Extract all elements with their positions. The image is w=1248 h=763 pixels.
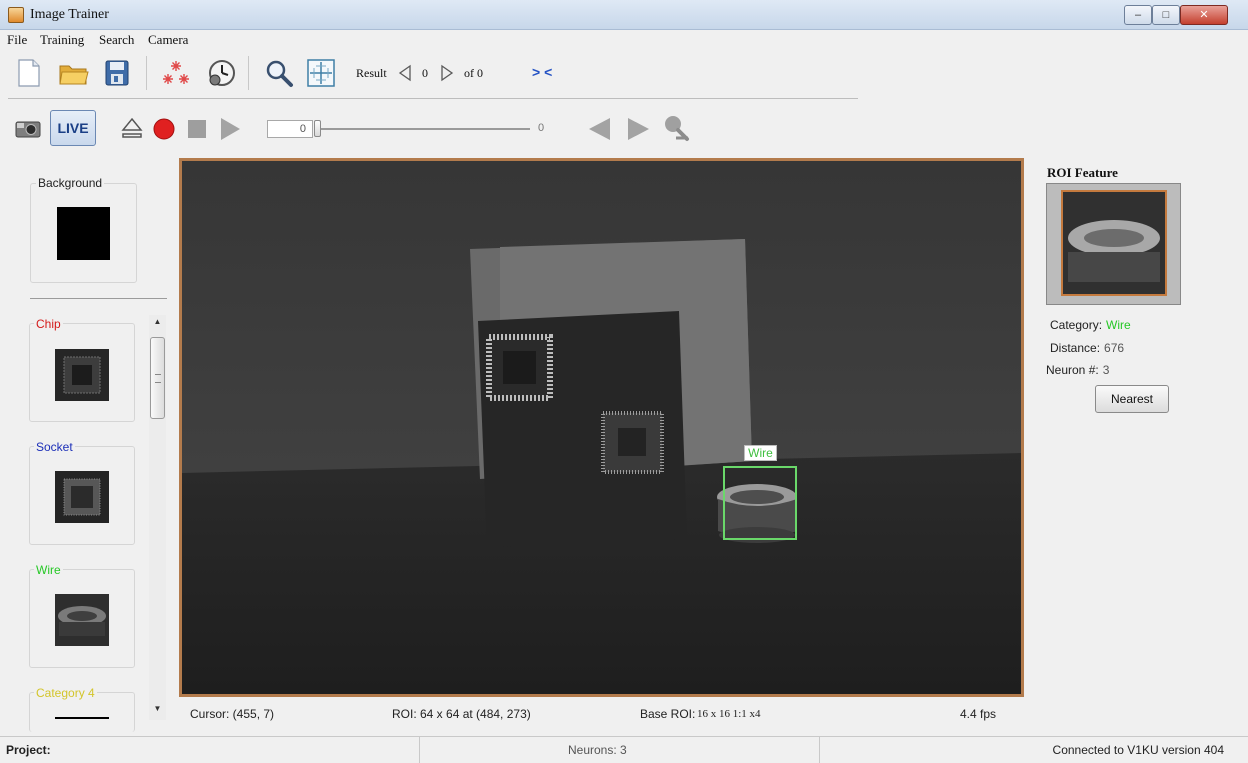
project-label: Project:	[0, 737, 420, 763]
roi-distance-value: 676	[1104, 341, 1125, 355]
next-frame-icon[interactable]	[626, 116, 652, 142]
fps-readout: 4.4 fps	[960, 707, 997, 721]
roi-neuron-value: 3	[1102, 363, 1110, 377]
clock-gear-icon[interactable]	[206, 58, 238, 88]
save-icon[interactable]	[104, 59, 130, 87]
image-viewer[interactable]: Wire	[179, 158, 1024, 697]
previous-frame-icon[interactable]	[586, 116, 612, 142]
scroll-up-arrow[interactable]: ▲	[149, 315, 166, 329]
eject-icon[interactable]	[120, 116, 144, 140]
open-folder-icon[interactable]	[58, 60, 90, 86]
camera-image	[182, 161, 1021, 694]
category-card-background[interactable]	[30, 183, 137, 283]
roi-feature-image	[1061, 190, 1167, 296]
toolbar-divider	[8, 98, 858, 99]
category-card-wire[interactable]	[29, 569, 135, 668]
roi-box[interactable]	[723, 466, 797, 540]
scrollbar-thumb[interactable]	[150, 337, 165, 419]
connection-status: Connected to V1KU version 404	[1052, 743, 1224, 757]
roi-category-value: Wire	[1106, 318, 1131, 332]
maximize-button[interactable]: □	[1152, 5, 1180, 25]
grid-search-icon[interactable]	[306, 58, 336, 88]
frame-number-box[interactable]: 0	[267, 120, 313, 138]
category-card-socket[interactable]	[29, 446, 135, 545]
result-index: 0	[422, 66, 428, 80]
record-icon[interactable]	[152, 117, 176, 141]
roi-category-label: Wire	[744, 445, 777, 461]
category-label-background: Background	[36, 176, 105, 190]
base-roi-value: 16 x 16 1:1 x4	[697, 708, 761, 720]
new-file-icon[interactable]	[16, 58, 42, 88]
roi-category-label-text: Category:	[1050, 318, 1103, 332]
category-label-4: Category 4	[34, 686, 97, 700]
roi-feature-title: ROI Feature	[1047, 165, 1118, 180]
toolbar-separator	[146, 56, 147, 90]
find-neighbor-icon[interactable]	[662, 114, 692, 144]
frame-slider-track[interactable]	[320, 128, 530, 130]
roi-neuron-row: Neuron #: 3	[1046, 363, 1109, 377]
stop-icon[interactable]	[186, 118, 208, 140]
window-title: Image Trainer	[30, 7, 109, 22]
category-scrollbar[interactable]: ▲ ▼	[149, 315, 166, 720]
result-label: Result	[356, 66, 387, 80]
category-label-socket: Socket	[34, 440, 75, 454]
camera-icon[interactable]	[14, 119, 42, 139]
category-thumbnail	[55, 471, 109, 523]
roi-info: ROI: 64 x 64 at (484, 273)	[392, 707, 531, 721]
category-card-chip[interactable]	[29, 323, 135, 422]
category-thumbnail	[55, 349, 109, 401]
roi-feature-frame	[1046, 183, 1181, 305]
toolbar-separator	[248, 56, 249, 90]
menu-camera[interactable]: Camera	[148, 32, 188, 48]
search-icon[interactable]	[264, 58, 294, 88]
menu-bar: File Training Search Camera	[0, 30, 1248, 48]
title-bar: Image Trainer – □ ✕	[0, 0, 1248, 30]
nearest-button[interactable]: Nearest	[1095, 385, 1169, 413]
app-icon	[8, 7, 24, 23]
category-separator	[30, 298, 167, 299]
close-button[interactable]: ✕	[1180, 5, 1228, 25]
scroll-down-arrow[interactable]: ▼	[149, 702, 166, 716]
clear-neurons-icon[interactable]	[160, 58, 192, 88]
live-button[interactable]: LIVE	[50, 110, 96, 146]
frame-slider-thumb[interactable]	[314, 120, 321, 137]
base-roi-label: Base ROI:	[640, 707, 696, 721]
status-bar: Project: Neurons: 3 Connected to V1KU ve…	[0, 736, 1248, 763]
next-result-icon[interactable]	[440, 64, 454, 82]
category-thumbnail	[57, 207, 110, 260]
roi-distance-label: Distance:	[1050, 341, 1101, 355]
roi-feature-pixels	[1063, 192, 1165, 294]
neuron-count: Neurons: 3	[420, 737, 820, 763]
roi-category-row: Category: Wire	[1050, 318, 1131, 332]
category-thumbnail	[55, 717, 109, 719]
previous-result-icon[interactable]	[398, 64, 412, 82]
result-of: of 0	[464, 66, 483, 80]
collapse-toggle[interactable]: > <	[532, 64, 552, 80]
play-icon[interactable]	[218, 116, 242, 142]
frame-slider-value: 0	[538, 122, 545, 134]
category-thumbnail	[55, 594, 109, 646]
menu-file[interactable]: File	[7, 32, 27, 48]
roi-distance-row: Distance: 676	[1050, 341, 1124, 355]
category-label-wire: Wire	[34, 563, 63, 577]
category-label-chip: Chip	[34, 317, 63, 331]
minimize-button[interactable]: –	[1124, 5, 1152, 25]
menu-search[interactable]: Search	[99, 32, 134, 48]
cursor-position: Cursor: (455, 7)	[190, 707, 275, 721]
menu-training[interactable]: Training	[40, 32, 84, 48]
roi-neuron-label: Neuron #:	[1046, 363, 1099, 377]
